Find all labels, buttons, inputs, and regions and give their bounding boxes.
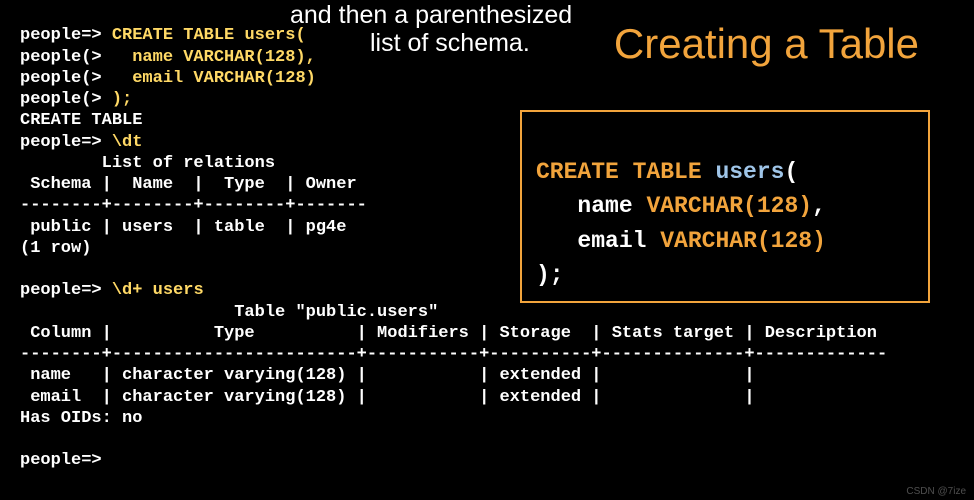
table-row: name | character varying(128) | | extend… [20,366,755,385]
sql-type: VARCHAR(128) [646,193,812,219]
comma: , [812,193,826,219]
prompt: people=> [20,133,112,152]
table-row: public | users | table | pg4e [20,218,346,237]
table-row: email | character varying(128) | | exten… [20,388,755,407]
sql-command: name VARCHAR(128), [132,48,316,67]
output-line: Has OIDs: no [20,409,142,428]
table-divider: --------+------------------------+------… [20,345,887,364]
caption-line-1: and then a parenthesized [290,0,572,31]
sql-command: email VARCHAR(128) [132,69,316,88]
output-header: List of relations [20,154,275,173]
slide-title: Creating a Table [614,18,919,71]
prompt: people=> [20,26,112,45]
indent [536,193,577,219]
output-line: CREATE TABLE [20,111,142,130]
psql-command: \dt [112,133,143,152]
table-header: Schema | Name | Type | Owner [20,175,357,194]
sql-type: VARCHAR(128) [660,228,826,254]
psql-command: \d+ users [112,281,204,300]
indent [536,228,577,254]
table-name: users [715,159,784,185]
watermark: CSDN @7ize [906,486,966,499]
table-header: Column | Type | Modifiers | Storage | St… [20,324,877,343]
row-count: (1 row) [20,239,91,258]
code-example-box: CREATE TABLE users( name VARCHAR(128), e… [520,110,930,303]
sql-command: CREATE TABLE users( [112,26,306,45]
output-header: Table "public.users" [20,303,438,322]
sql-keyword: CREATE TABLE [536,159,715,185]
close-paren: ); [536,262,564,288]
prompt-cont: people(> [20,48,132,67]
column-name: name [577,193,646,219]
column-name: email [577,228,660,254]
caption-line-2: list of schema. [370,28,530,59]
sql-command: ); [112,90,132,109]
table-divider: --------+--------+--------+------- [20,196,367,215]
prompt: people=> [20,451,102,470]
prompt-cont: people(> [20,90,112,109]
prompt: people=> [20,281,112,300]
paren: ( [784,159,798,185]
prompt-cont: people(> [20,69,132,88]
